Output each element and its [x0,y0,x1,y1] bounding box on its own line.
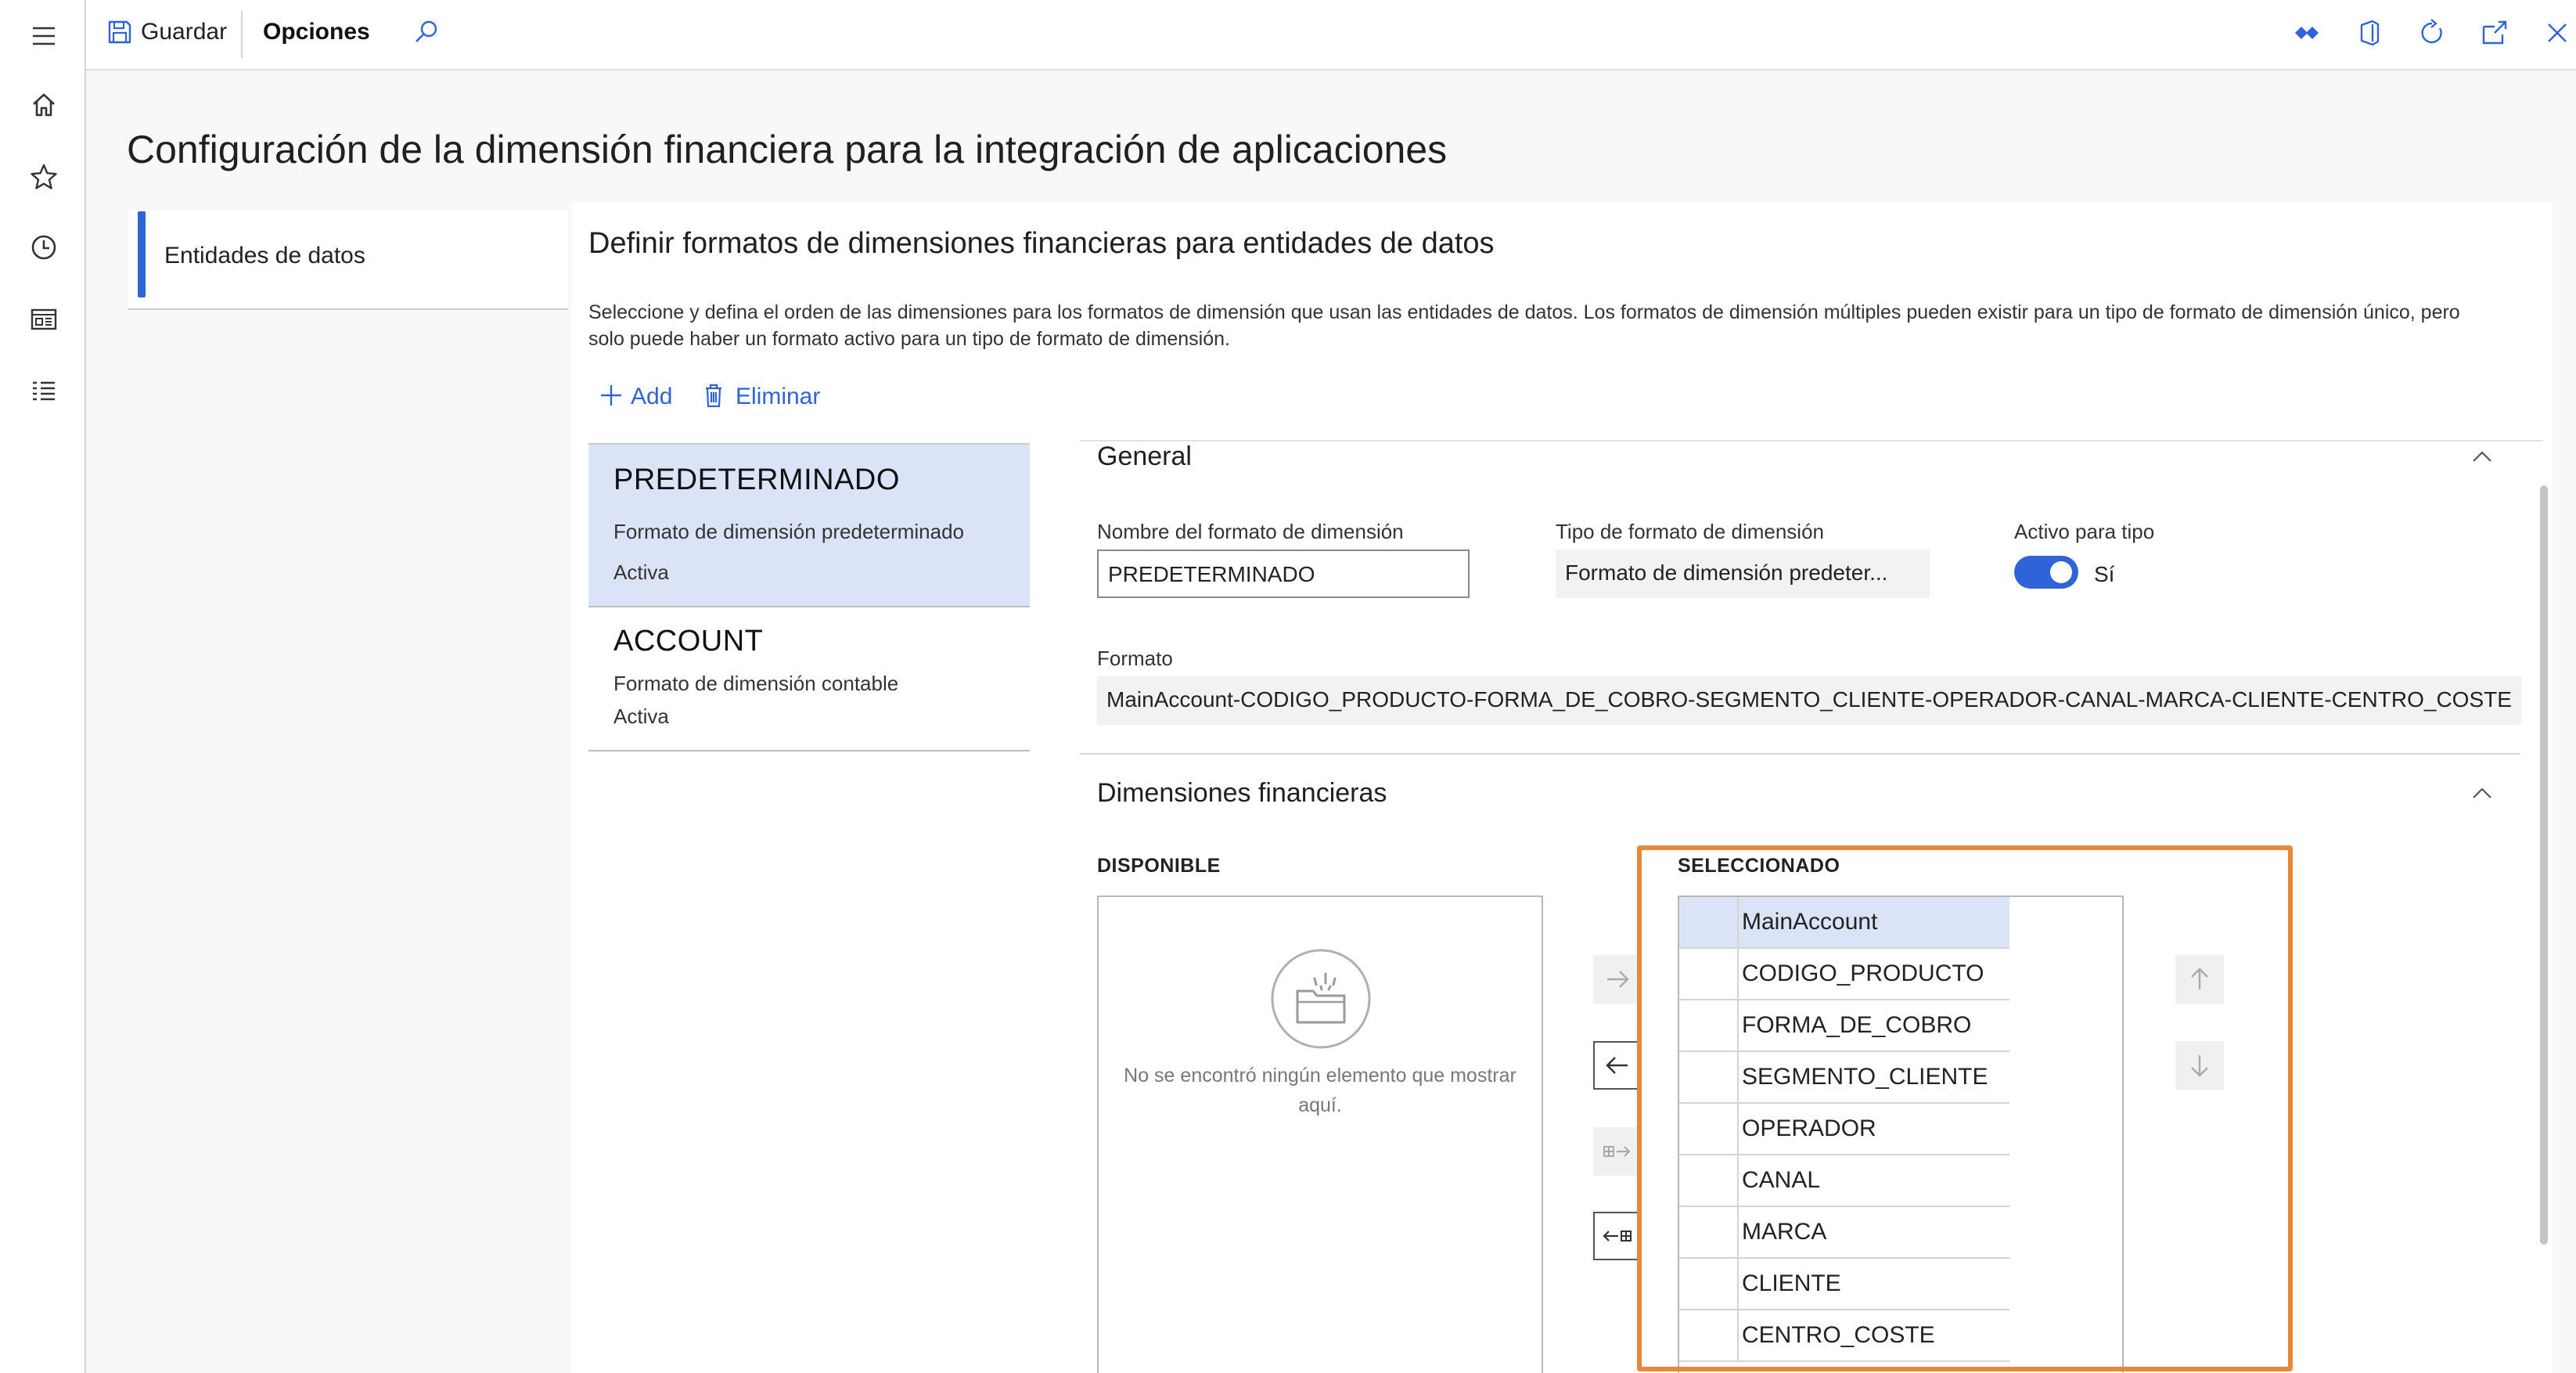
available-list[interactable]: No se encontró ningún elemento que mostr… [1097,896,1543,1373]
tab-label: Entidades de datos [164,243,365,268]
delete-button[interactable]: Eliminar [736,384,820,410]
empty-message-line-2: aquí. [1298,1094,1342,1116]
home-icon[interactable] [25,86,63,124]
section-heading: Definir formatos de dimensiones financie… [588,227,1495,260]
clock-icon[interactable] [25,229,63,266]
save-button[interactable]: Guardar [141,19,227,45]
move-left-button[interactable] [1593,1041,1642,1090]
chevron-up-icon[interactable] [2468,780,2496,808]
empty-message-line-1: No se encontró ningún elemento que mostr… [1124,1065,1516,1087]
chevron-up-icon[interactable] [2468,443,2496,471]
format-type-field[interactable]: Formato de dimensión predeter... [1556,550,1930,598]
format-description: Formato de dimensión predeterminado [613,520,965,543]
active-toggle[interactable] [2014,556,2078,589]
section-description-line-2: solo puede haber un formato activo para … [588,328,1230,350]
options-button[interactable]: Opciones [263,19,370,45]
open-new-window-icon[interactable] [2479,17,2510,49]
format-value: MainAccount-CODIGO_PRODUCTO-FORMA_DE_COB… [1106,687,2512,712]
hamburger-menu-icon[interactable] [25,17,63,55]
close-icon[interactable] [2542,17,2573,49]
format-name-input[interactable]: PREDETERMINADO [1097,550,1470,598]
refresh-icon[interactable] [2416,17,2448,49]
workspace-icon[interactable] [25,301,63,338]
plus-icon[interactable] [598,382,624,409]
office-icon[interactable] [2354,17,2385,49]
toolbar-divider [241,11,243,58]
section-description-line-1: Seleccione y defina el orden de las dime… [588,301,2460,323]
action-pane: Guardar Opciones [86,0,2576,70]
modules-list-icon[interactable] [25,373,63,410]
format-type-label: Tipo de formato de dimensión [1556,520,1825,543]
format-description: Formato de dimensión contable [613,672,899,695]
empty-folder-icon [1269,947,1373,1050]
star-icon[interactable] [25,158,63,196]
vertical-tabs-panel [128,202,571,1373]
format-name-value: PREDETERMINADO [1108,562,1315,586]
format-type-value: Formato de dimensión predeter... [1565,560,1888,585]
save-icon[interactable] [106,19,133,45]
tab-selected-indicator [138,211,146,297]
format-status: Activa [613,705,669,728]
format-list-item[interactable]: ACCOUNT Formato de dimensión contable Ac… [588,607,1030,751]
section-divider [1080,753,2520,755]
format-name: PREDETERMINADO [613,463,900,496]
toggle-knob [2050,561,2072,583]
move-all-left-button[interactable] [1593,1212,1642,1260]
available-label: DISPONIBLE [1097,855,1221,877]
dimensions-heading[interactable]: Dimensiones financieras [1097,778,1387,809]
format-field[interactable]: MainAccount-CODIGO_PRODUCTO-FORMA_DE_COB… [1097,676,2521,725]
highlight-box [1637,845,2293,1371]
diamond-icon[interactable] [2291,17,2322,49]
search-icon[interactable] [410,17,441,49]
page-title: Configuración de la dimensión financiera… [127,128,1448,171]
format-label: Formato [1097,647,1173,670]
format-name: ACCOUNT [613,625,764,658]
format-name-label: Nombre del formato de dimensión [1097,520,1404,543]
add-button[interactable]: Add [631,384,672,410]
general-heading[interactable]: General [1097,441,1192,472]
navigation-rail [0,0,86,1373]
move-right-button[interactable] [1593,955,1642,1004]
general-top-divider [1080,440,2543,441]
active-value: Sí [2094,562,2115,586]
format-status: Activa [613,560,669,584]
format-list-item-selected[interactable]: PREDETERMINADO Formato de dimensión pred… [588,445,1030,607]
vertical-scrollbar[interactable] [2540,485,2548,1245]
trash-icon[interactable] [701,382,726,409]
active-for-type-label: Activo para tipo [2014,520,2155,543]
move-all-right-button[interactable] [1593,1127,1642,1176]
